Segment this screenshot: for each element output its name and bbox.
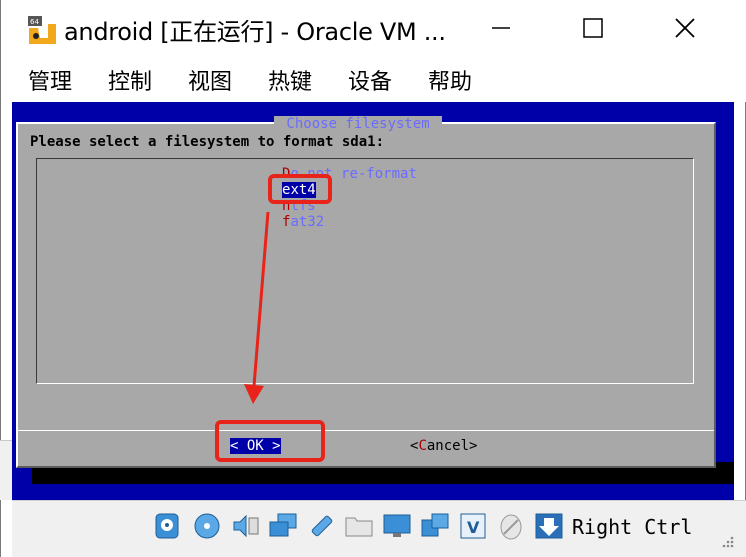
hard-disk-icon[interactable] — [152, 511, 182, 541]
shared-folders-icon[interactable] — [344, 511, 374, 541]
display-icon[interactable] — [382, 511, 412, 541]
audio-icon[interactable] — [230, 511, 260, 541]
network-icon[interactable] — [268, 511, 298, 541]
svg-text:V: V — [467, 518, 480, 537]
optical-drive-icon[interactable] — [192, 511, 222, 541]
status-bar: V Right Ctrl — [12, 500, 746, 557]
host-key-arrow-icon[interactable] — [534, 511, 564, 541]
resize-grip-icon[interactable] — [720, 533, 734, 548]
video-capture-icon[interactable] — [420, 511, 450, 541]
virtualization-icon[interactable]: V — [458, 511, 488, 541]
usb-icon[interactable] — [306, 511, 336, 541]
host-key-label: Right Ctrl — [572, 515, 693, 539]
mouse-integration-icon[interactable] — [496, 511, 526, 541]
annotation-arrow — [244, 211, 270, 404]
